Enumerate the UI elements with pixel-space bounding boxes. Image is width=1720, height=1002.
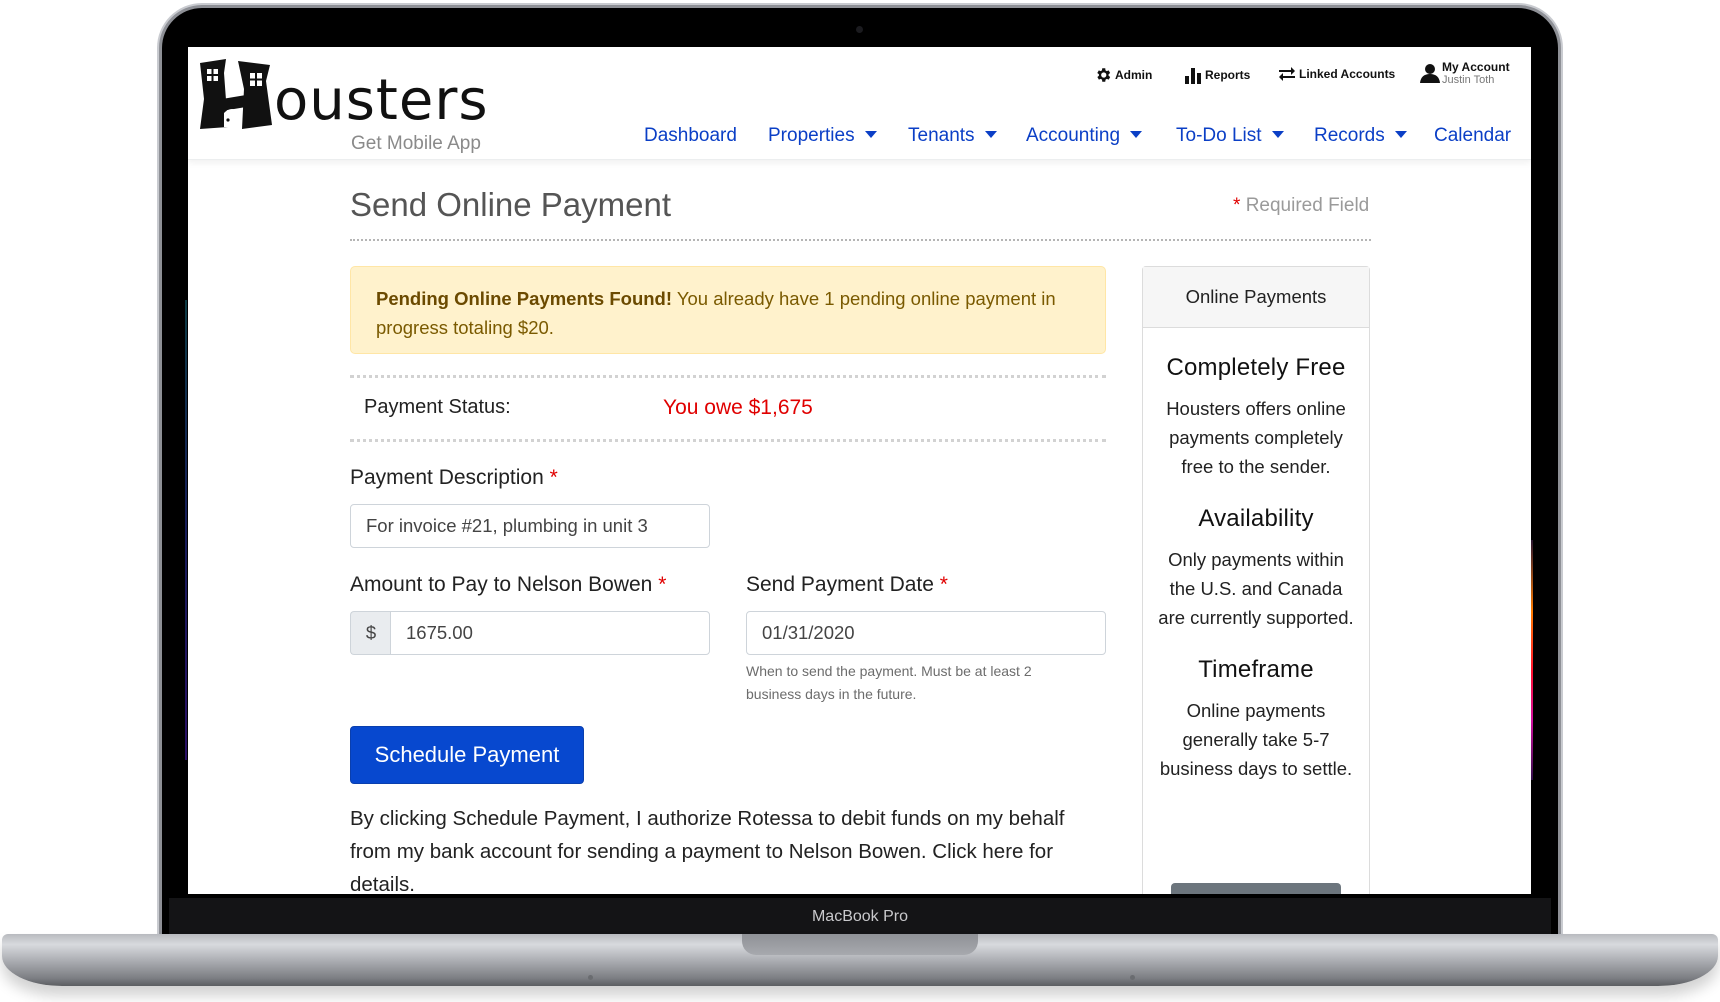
- nav-todo-list[interactable]: To-Do List: [1176, 125, 1284, 147]
- amount-input[interactable]: 1675.00: [390, 611, 710, 655]
- my-account-link[interactable]: My Account Justin Toth: [1420, 60, 1510, 86]
- laptop-chin: MacBook Pro: [169, 898, 1551, 938]
- house-h-logo-icon: [200, 59, 272, 129]
- nav-label: Dashboard: [644, 125, 737, 146]
- site-header: ousters Get Mobile App Admin Reports Lin…: [188, 47, 1531, 160]
- nav-calendar[interactable]: Calendar: [1434, 125, 1511, 147]
- required-field-note: * Required Field: [1233, 195, 1369, 217]
- reports-label: Reports: [1205, 68, 1251, 82]
- required-label: Required Field: [1245, 195, 1370, 216]
- nav-label: To-Do List: [1176, 125, 1262, 146]
- logo-text: ousters: [274, 68, 489, 133]
- laptop-foot: [588, 975, 593, 980]
- description-label: Payment Description *: [350, 466, 558, 489]
- admin-label: Admin: [1115, 68, 1153, 82]
- caret-down-icon: [864, 131, 877, 138]
- schedule-payment-button[interactable]: Schedule Payment: [350, 726, 584, 784]
- logo[interactable]: ousters: [198, 59, 489, 129]
- reports-link[interactable]: Reports: [1184, 66, 1250, 84]
- caret-down-icon: [984, 131, 997, 138]
- card-action-button[interactable]: [1171, 883, 1341, 894]
- card-heading-free: Completely Free: [1166, 354, 1346, 381]
- payment-description-input[interactable]: For invoice #21, plumbing in unit 3: [350, 504, 710, 548]
- exchange-arrows-icon: [1279, 67, 1295, 81]
- user-icon: [1420, 64, 1440, 83]
- linked-accounts-link[interactable]: Linked Accounts: [1278, 66, 1395, 82]
- nav-properties[interactable]: Properties: [768, 125, 877, 147]
- title-divider: [350, 239, 1371, 241]
- status-divider-top: [350, 375, 1106, 378]
- card-heading-timeframe: Timeframe: [1198, 656, 1314, 683]
- nav-dashboard[interactable]: Dashboard: [644, 125, 737, 147]
- alert-heading: Pending Online Payments Found!: [376, 288, 673, 309]
- gear-icon: [1097, 68, 1111, 82]
- nav-accounting[interactable]: Accounting: [1026, 125, 1143, 147]
- card-heading-availability: Availability: [1198, 505, 1314, 532]
- my-account-title: My Account: [1442, 60, 1510, 74]
- linked-accounts-label: Linked Accounts: [1299, 67, 1396, 81]
- currency-prefix: $: [350, 611, 391, 655]
- nav-records[interactable]: Records: [1314, 125, 1407, 147]
- caret-down-icon: [1130, 131, 1143, 138]
- nav-tenants[interactable]: Tenants: [908, 125, 997, 147]
- wallpaper-edge-left: [185, 300, 187, 760]
- caret-down-icon: [1271, 131, 1284, 138]
- card-text-availability: Only payments within the U.S. and Canada…: [1158, 549, 1354, 628]
- nav-label: Tenants: [908, 125, 975, 146]
- device-label: MacBook Pro: [811, 908, 909, 925]
- amount-label: Amount to Pay to Nelson Bowen *: [350, 573, 667, 596]
- nav-label: Accounting: [1026, 125, 1121, 146]
- date-help-text: When to send the payment. Must be at lea…: [746, 663, 1032, 702]
- browser-screen: ousters Get Mobile App Admin Reports Lin…: [188, 47, 1531, 894]
- card-text-free: Housters offers online payments complete…: [1166, 398, 1346, 477]
- send-date-input[interactable]: 01/31/2020: [746, 611, 1106, 655]
- admin-link[interactable]: Admin: [1094, 66, 1152, 84]
- page-title: Send Online Payment: [350, 186, 672, 223]
- payment-status-label: Payment Status:: [364, 396, 511, 418]
- get-mobile-app-link[interactable]: Get Mobile App: [351, 133, 481, 155]
- nav-label: Properties: [768, 125, 855, 146]
- laptop-notch: [742, 934, 978, 955]
- caret-down-icon: [1394, 131, 1407, 138]
- required-asterisk: *: [1233, 195, 1241, 216]
- card-text-timeframe: Online payments generally take 5-7 busin…: [1159, 700, 1353, 779]
- card-header: Online Payments: [1143, 267, 1369, 328]
- account-user-name: Justin Toth: [1442, 74, 1495, 86]
- nav-label: Records: [1314, 125, 1385, 146]
- nav-label: Calendar: [1434, 125, 1512, 146]
- authorization-text: By clicking Schedule Payment, I authoriz…: [350, 807, 1065, 894]
- bar-chart-icon: [1185, 68, 1201, 84]
- pending-payments-alert: Pending Online Payments Found! You alrea…: [350, 266, 1106, 354]
- date-label: Send Payment Date *: [746, 573, 948, 596]
- status-divider-bottom: [350, 439, 1106, 442]
- laptop-foot: [1130, 975, 1135, 980]
- online-payments-card: Online Payments Completely Free Housters…: [1142, 266, 1370, 894]
- payment-status-value: You owe $1,675: [663, 396, 813, 419]
- camera: [856, 26, 863, 33]
